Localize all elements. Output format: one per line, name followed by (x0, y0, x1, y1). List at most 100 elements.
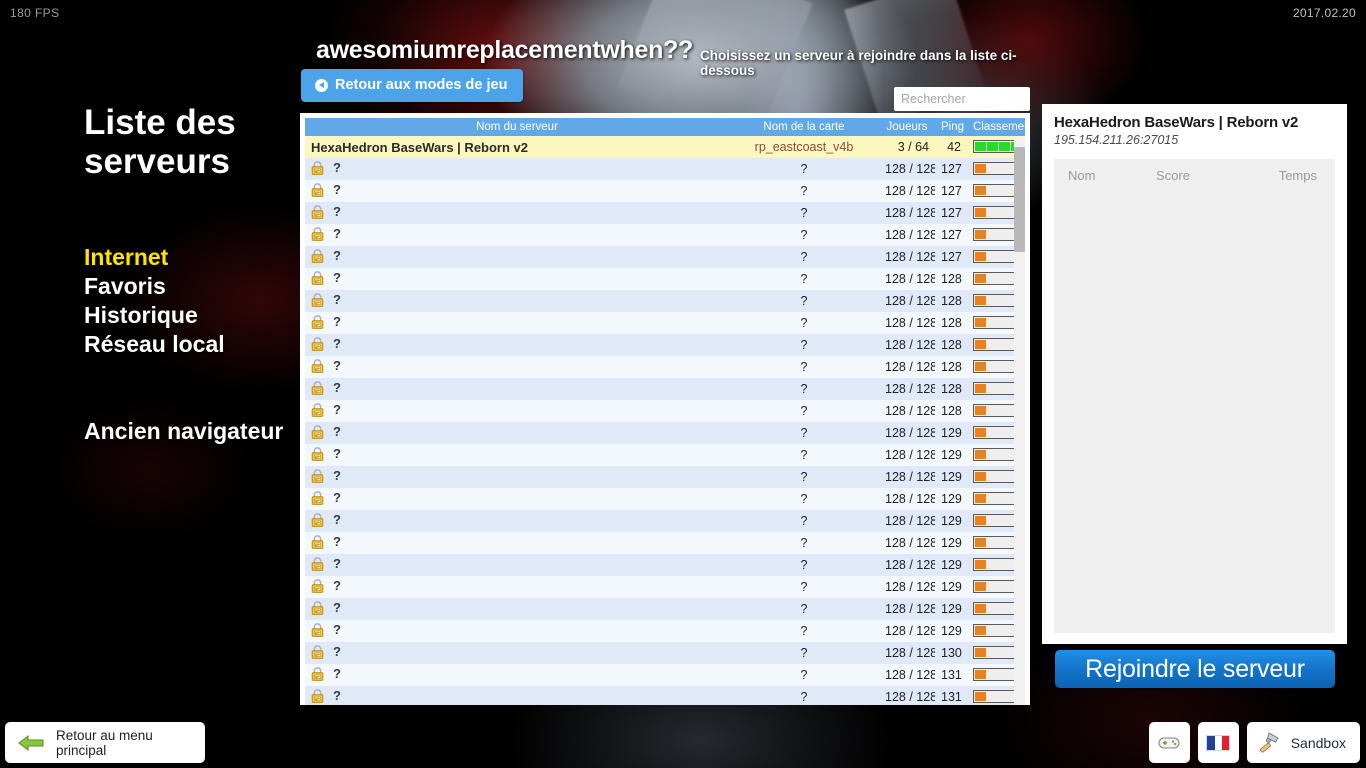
search-input[interactable] (894, 87, 1030, 111)
sidebar-item-internet[interactable]: Internet (84, 243, 299, 272)
cell-map: ? (800, 316, 808, 330)
cell-players: 128 / 128 (885, 580, 935, 594)
server-name-text: ? (333, 490, 341, 506)
scrollbar-thumb[interactable] (1014, 147, 1025, 252)
column-header-map[interactable]: Nom de la carte (729, 118, 879, 136)
sidebar-item-reseau-local[interactable]: Réseau local (84, 330, 299, 359)
cell-ping: 128 (941, 316, 962, 330)
cell-server-name: ? (305, 532, 729, 554)
server-name-cell: ? (311, 226, 341, 241)
cell-map: ? (800, 470, 808, 484)
table-row[interactable]: ?? 128 / 128 129 (305, 620, 1025, 642)
server-name-cell: ? (311, 270, 341, 285)
table-row[interactable]: ?? 128 / 128 127 (305, 224, 1025, 246)
lock-icon (311, 314, 324, 329)
lock-icon (311, 490, 324, 505)
column-header-ping[interactable]: Ping (935, 118, 967, 136)
cell-players: 128 / 128 (885, 360, 935, 374)
table-row[interactable]: ?? 128 / 128 128 (305, 290, 1025, 312)
rank-segment (975, 670, 986, 679)
cell-map: rp_eastcoast_v4b (754, 140, 854, 154)
table-row[interactable]: ?? 128 / 128 127 (305, 158, 1025, 180)
table-row[interactable]: ?? 128 / 128 129 (305, 554, 1025, 576)
rank-segment (975, 318, 986, 327)
table-row[interactable]: ?? 128 / 128 128 (305, 268, 1025, 290)
cell-server-name: ? (305, 246, 729, 268)
server-name-text: ? (333, 578, 341, 594)
table-row[interactable]: ?? 128 / 128 128 (305, 378, 1025, 400)
cell-server-name: ? (305, 180, 729, 202)
join-server-button[interactable]: Rejoindre le serveur (1055, 650, 1335, 688)
column-header-rank[interactable]: Classement (967, 118, 1030, 136)
cell-players: 128 / 128 (885, 184, 935, 198)
back-to-gamemodes-button[interactable]: Retour aux modes de jeu (301, 69, 524, 102)
table-row[interactable]: ?? 128 / 128 129 (305, 576, 1025, 598)
controller-settings-button[interactable] (1148, 722, 1190, 763)
rank-segment (975, 692, 986, 701)
lock-icon (311, 182, 324, 197)
table-row[interactable]: ?? 128 / 128 128 (305, 356, 1025, 378)
table-row[interactable]: ?? 128 / 128 128 (305, 334, 1025, 356)
server-name-cell: ? (311, 336, 341, 351)
cell-server-name: ? (305, 422, 729, 444)
gamemode-button[interactable]: Sandbox (1246, 722, 1360, 763)
table-row[interactable]: ?? 128 / 128 131 (305, 664, 1025, 686)
table-row[interactable]: ?? 128 / 128 127 (305, 202, 1025, 224)
cell-server-name: ? (305, 224, 729, 246)
server-name-cell: ? (311, 578, 341, 593)
cell-players: 128 / 128 (885, 206, 935, 220)
lock-icon (311, 204, 324, 219)
server-name-cell: ? (311, 600, 341, 615)
fps-counter: 180 FPS (10, 6, 60, 20)
table-row[interactable]: ?? 128 / 128 129 (305, 422, 1025, 444)
server-name-text: ? (333, 644, 341, 660)
lock-icon (311, 468, 324, 483)
gamemode-title: awesomiumreplacementwhen?? (316, 36, 694, 64)
cell-server-name: ? (305, 642, 729, 664)
table-row[interactable]: ?? 128 / 128 129 (305, 488, 1025, 510)
server-list-scrollbar[interactable] (1014, 138, 1025, 705)
table-row[interactable]: ?? 128 / 128 127 (305, 180, 1025, 202)
table-row[interactable]: ?? 128 / 128 129 (305, 532, 1025, 554)
column-header-name[interactable]: Nom du serveur (305, 118, 729, 136)
cell-map: ? (800, 580, 808, 594)
cell-server-name: ? (305, 686, 729, 705)
cell-players: 128 / 128 (885, 624, 935, 638)
table-row[interactable]: HexaHedron BaseWars | Reborn v2 rp_eastco… (305, 136, 1025, 158)
language-button[interactable] (1197, 722, 1239, 763)
server-name-text: ? (333, 468, 341, 484)
column-header-players[interactable]: Joueurs (879, 118, 935, 136)
table-row[interactable]: ?? 128 / 128 130 (305, 642, 1025, 664)
table-row[interactable]: ?? 128 / 128 131 (305, 686, 1025, 705)
arrow-left-icon (18, 734, 44, 751)
cell-map: ? (800, 558, 808, 572)
rank-segment (975, 472, 986, 481)
table-row[interactable]: ?? 128 / 128 129 (305, 598, 1025, 620)
cell-server-name: ? (305, 356, 729, 378)
cell-server-name: ? (305, 664, 729, 686)
cell-server-name: ? (305, 202, 729, 224)
table-row[interactable]: ?? 128 / 128 129 (305, 466, 1025, 488)
sidebar-item-favoris[interactable]: Favoris (84, 272, 299, 301)
table-row[interactable]: ?? 128 / 128 127 (305, 246, 1025, 268)
lock-icon (311, 666, 324, 681)
cell-server-name: ? (305, 312, 729, 334)
table-row[interactable]: ?? 128 / 128 128 (305, 400, 1025, 422)
lock-icon (311, 622, 324, 637)
cell-players: 128 / 128 (885, 294, 935, 308)
rank-segment (975, 208, 986, 217)
server-name-cell: ? (311, 248, 341, 263)
player-column-time: Temps (1278, 168, 1317, 183)
sidebar-item-historique[interactable]: Historique (84, 301, 299, 330)
cell-map: ? (800, 162, 808, 176)
server-name-text: ? (333, 622, 341, 638)
cell-map: ? (800, 184, 808, 198)
table-row[interactable]: ?? 128 / 128 129 (305, 510, 1025, 532)
cell-ping: 129 (941, 602, 962, 616)
table-row[interactable]: ?? 128 / 128 129 (305, 444, 1025, 466)
page-title: Liste des serveurs (84, 103, 236, 181)
table-row[interactable]: ?? 128 / 128 128 (305, 312, 1025, 334)
back-to-main-menu-button[interactable]: Retour au menu principal (5, 722, 205, 763)
cell-server-name: ? (305, 598, 729, 620)
sidebar-item-ancien-navigateur[interactable]: Ancien navigateur (84, 417, 299, 446)
